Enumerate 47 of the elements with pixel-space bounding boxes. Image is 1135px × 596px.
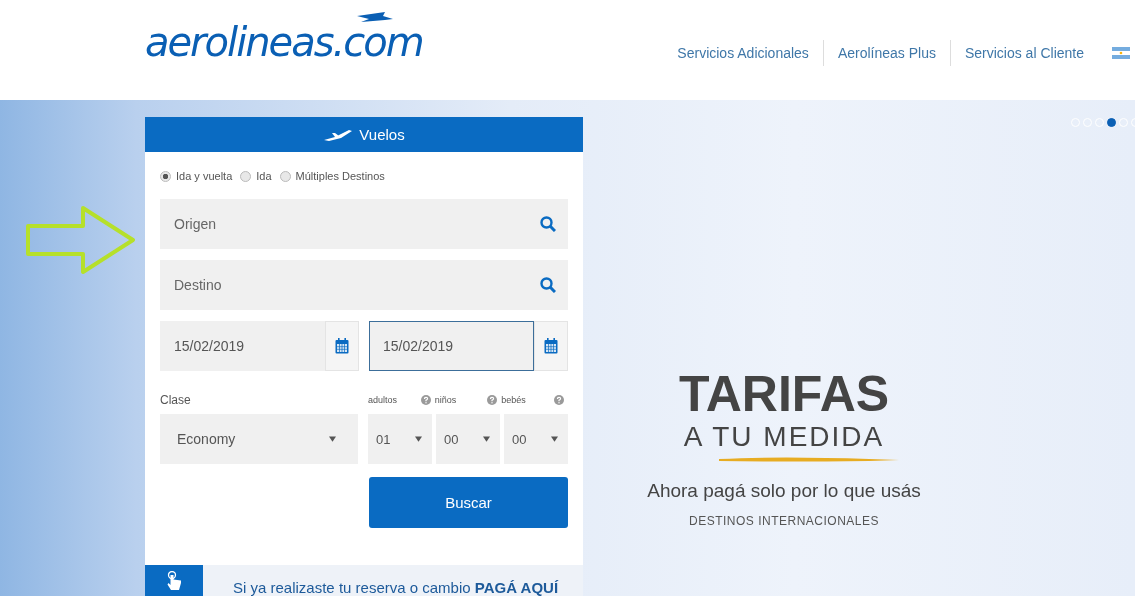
radio-button[interactable] [240, 170, 252, 182]
class-label: Clase [160, 393, 192, 407]
help-icon[interactable] [420, 395, 431, 405]
slider-dot[interactable] [1107, 118, 1116, 127]
origin-field[interactable]: Origen [160, 199, 568, 249]
caret-icon [483, 436, 490, 442]
pointing-hand-icon [166, 571, 182, 591]
caret-icon [415, 436, 422, 442]
caret-icon [551, 436, 558, 442]
class-select[interactable]: Economy [160, 414, 358, 464]
passenger-select[interactable]: 01 [368, 414, 432, 464]
banner-link[interactable]: Si ya realizaste tu reserva o cambio PAGÁ AQUÍ [233, 579, 559, 596]
calendar-button[interactable] [325, 321, 359, 371]
passenger-label: niños [434, 395, 457, 405]
flag-icon[interactable] [1112, 47, 1130, 59]
caret-icon [329, 436, 336, 442]
promo-note: DESTINOS INTERNACIONALES [689, 514, 879, 528]
logo[interactable]: aerolineas.com [145, 18, 423, 66]
passenger-label: bebés [501, 395, 526, 405]
calendar-icon [335, 338, 349, 354]
plane-icon [323, 127, 354, 142]
search-button[interactable]: Buscar [369, 477, 568, 528]
date-field[interactable]: 15/02/2019 [369, 321, 534, 371]
arrow-icon [25, 204, 137, 276]
help-icon[interactable] [487, 395, 498, 405]
search-icon[interactable] [540, 216, 556, 232]
nav-link[interactable]: Aerolíneas Plus [823, 45, 950, 61]
calendar-button[interactable] [534, 321, 568, 371]
radio-button[interactable] [279, 170, 291, 182]
passenger-label: adultos [368, 395, 398, 405]
radio-button[interactable] [160, 170, 171, 182]
radio-label: Múltiples Destinos [295, 170, 385, 182]
calendar-icon [544, 338, 558, 354]
date-field[interactable]: 15/02/2019 [160, 321, 325, 371]
nav-link[interactable]: Servicios al Cliente [950, 45, 1098, 61]
passenger-select[interactable]: 00 [504, 414, 568, 464]
help-icon[interactable] [554, 395, 564, 405]
panel-title: Vuelos [359, 126, 405, 143]
promo-headline: TARIFAS [678, 368, 890, 420]
nav-link[interactable]: Servicios Adicionales [663, 45, 823, 61]
radio-label: Ida [256, 170, 272, 182]
radio-label: Ida y vuelta [176, 170, 233, 182]
search-icon[interactable] [540, 277, 556, 293]
promo-subheadline: A TU MEDIDA [683, 420, 885, 454]
promo-tagline: Ahora pagá solo por lo que usás [647, 480, 921, 502]
destination-field[interactable]: Destino [160, 260, 568, 310]
passenger-select[interactable]: 00 [436, 414, 500, 464]
